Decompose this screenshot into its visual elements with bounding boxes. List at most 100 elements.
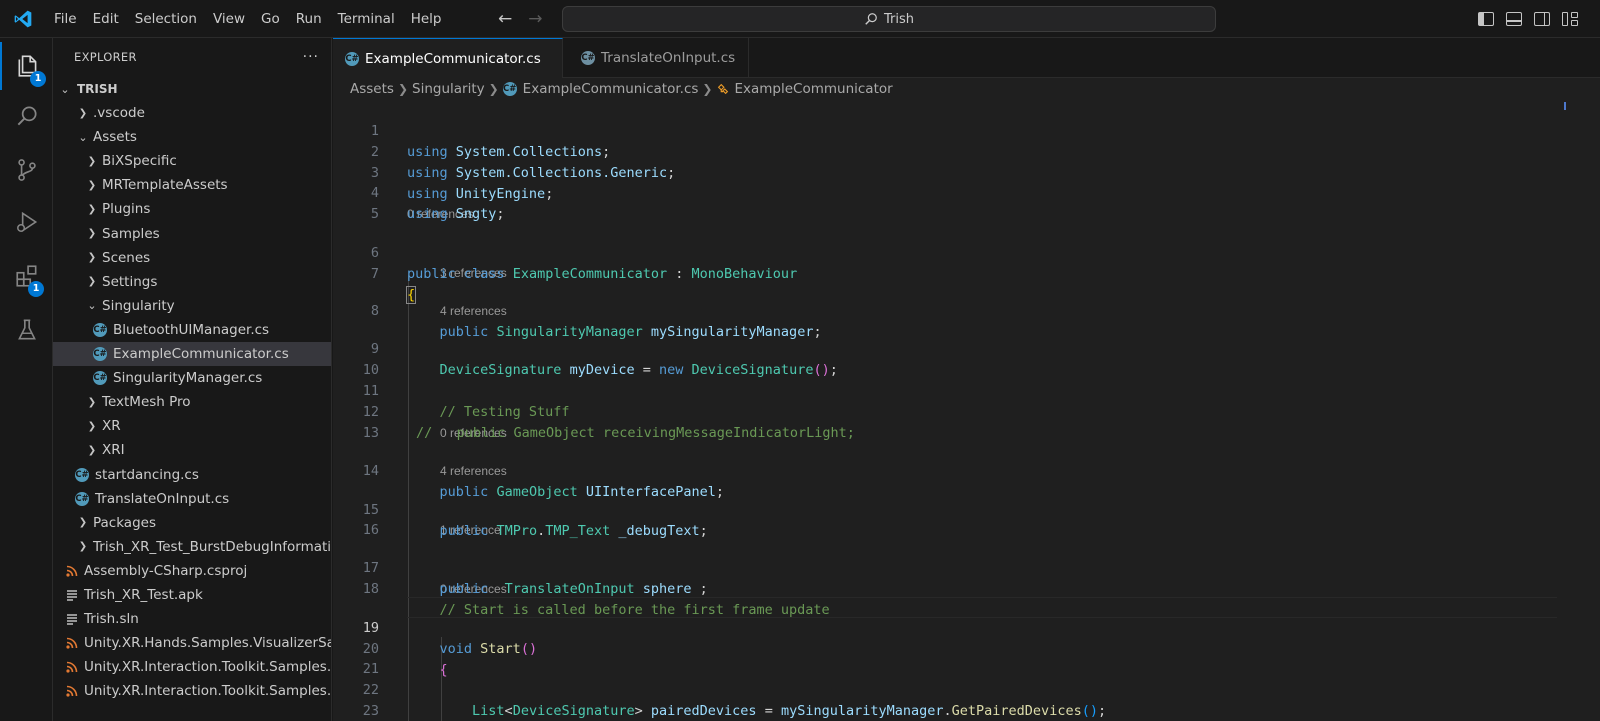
code-line-9: 9 DeviceSignature myDevice = new DeviceS…	[333, 318, 1600, 378]
source-control-activity[interactable]	[0, 146, 53, 194]
project-file-icon	[66, 686, 78, 697]
menu-selection[interactable]: Selection	[127, 0, 205, 38]
menu-go[interactable]: Go	[253, 0, 288, 38]
tree-item[interactable]: ❯ XR	[53, 414, 331, 438]
tree-item-label: TranslateOnInput.cs	[95, 490, 230, 507]
tree-item-label: XRI	[102, 442, 125, 459]
testing-activity[interactable]	[0, 306, 53, 354]
tree-item[interactable]: C# BluetoothUIManager.cs	[53, 318, 331, 342]
customize-layout-icon[interactable]	[1562, 12, 1578, 26]
toggle-panel-icon[interactable]	[1506, 12, 1522, 26]
tree-item[interactable]: Unity.XR.Interaction.Toolkit.Samples....	[53, 655, 331, 679]
flask-icon	[17, 319, 36, 340]
tree-item[interactable]: ❯ TextMesh Pro	[53, 390, 331, 414]
navigation-arrows: ← →	[498, 0, 543, 38]
chevron-right-icon: ❯	[87, 155, 97, 167]
tree-item-label: BluetoothUIManager.cs	[113, 321, 270, 338]
code-line-8: 8 public SingularityManager mySingularit…	[333, 280, 1600, 340]
breadcrumb-assets[interactable]: Assets	[350, 81, 394, 97]
tree-item[interactable]: C# startdancing.cs	[53, 463, 331, 487]
tree-item[interactable]: C# TranslateOnInput.cs	[53, 487, 331, 511]
toggle-secondary-sidebar-icon[interactable]	[1534, 12, 1550, 26]
tree-item[interactable]: ⌄ Singularity	[53, 294, 331, 318]
chevron-right-icon: ❯	[87, 420, 97, 432]
explorer-header: EXPLORER ···	[53, 38, 331, 76]
code-line-4: 4 using Sngty;	[333, 162, 1600, 222]
arrow-right-icon[interactable]: →	[528, 9, 542, 29]
code-line-20: 20 {	[333, 618, 1600, 678]
tree-item[interactable]: Trish_XR_Test.apk	[53, 583, 331, 607]
tree-item[interactable]: ⌄ Assets	[53, 125, 331, 149]
tree-item[interactable]: ❯ .vscode	[53, 101, 331, 125]
command-center-search[interactable]: Trish	[562, 6, 1216, 32]
menu-edit[interactable]: Edit	[85, 0, 127, 38]
toggle-primary-sidebar-icon[interactable]	[1478, 12, 1494, 26]
menu-file[interactable]: File	[46, 0, 85, 38]
tree-item[interactable]: ❯ XRI	[53, 438, 331, 462]
tree-item[interactable]: ❯ Settings	[53, 270, 331, 294]
title-bar: File Edit Selection View Go Run Terminal…	[0, 0, 1600, 38]
tree-item-label: Packages	[93, 514, 156, 531]
tree-item[interactable]: ❯ BiXSpecific	[53, 149, 331, 173]
menu-help[interactable]: Help	[403, 0, 450, 38]
tree-item[interactable]: Assembly-CSharp.csproj	[53, 559, 331, 583]
tree-item-label: startdancing.cs	[95, 466, 199, 483]
menu-run[interactable]: Run	[288, 0, 330, 38]
tree-item-label: .vscode	[93, 105, 145, 121]
explorer-badge: 1	[30, 71, 46, 87]
breadcrumb-singularity[interactable]: Singularity	[412, 81, 485, 97]
text-file-icon	[67, 614, 77, 625]
code-lens-references[interactable]: 4 references	[440, 463, 507, 479]
tree-item[interactable]: C# SingularityManager.cs	[53, 366, 331, 390]
tree-item[interactable]: ❯ Packages	[53, 511, 331, 535]
tree-item[interactable]: Trish.sln	[53, 607, 331, 631]
menu-view[interactable]: View	[205, 0, 253, 38]
arrow-left-icon[interactable]: ←	[498, 9, 512, 29]
explorer-title: EXPLORER	[74, 50, 137, 64]
tree-item-label: Scenes	[102, 249, 151, 266]
csharp-file-icon: C#	[581, 51, 595, 65]
breadcrumb-file[interactable]: ExampleCommunicator.cs	[523, 81, 699, 97]
code-line-5: 5	[333, 183, 1600, 222]
tab-example-communicator[interactable]: C# ExampleCommunicator.cs	[333, 38, 563, 78]
code-line-10: 10	[333, 339, 1600, 378]
code-line-3: 3 using UnityEngine;	[333, 142, 1600, 202]
tree-item[interactable]: ❯ Plugins	[53, 197, 331, 221]
chevron-right-icon: ❯	[87, 276, 97, 288]
tree-item-label: TextMesh Pro	[102, 394, 191, 411]
code-line-13: 13	[333, 402, 1600, 441]
line-number: 23	[362, 703, 379, 719]
chevron-right-icon: ❯	[87, 396, 97, 408]
extensions-activity[interactable]: 1	[0, 252, 53, 300]
tree-item[interactable]: ❯ Trish_XR_Test_BurstDebugInformatio...	[53, 535, 331, 559]
code-line-23: 23	[333, 680, 1600, 719]
tree-item[interactable]: Unity.XR.Hands.Samples.VisualizerSa...	[53, 631, 332, 655]
tab-translate-on-input[interactable]: C# TranslateOnInput.cs	[563, 38, 749, 78]
search-activity[interactable]	[0, 92, 53, 140]
csharp-file-icon: C#	[75, 491, 89, 506]
text-file-icon	[67, 590, 77, 601]
code-editor[interactable]: 0 references 3 references 4 references 0…	[333, 100, 1600, 721]
explorer-activity[interactable]: 1	[0, 42, 53, 90]
tree-item[interactable]: C# ExampleCommunicator.cs	[53, 342, 331, 366]
code-line-18: 18 // Start is called before the first f…	[333, 558, 1600, 618]
tree-item[interactable]: ❯ Samples	[53, 222, 331, 246]
tree-item-label: Unity.XR.Hands.Samples.VisualizerSa...	[84, 635, 332, 652]
tree-item-label: Samples	[102, 225, 160, 242]
activity-bar: 1 1	[0, 38, 53, 721]
tree-item-label: Singularity	[102, 297, 175, 314]
tree-item[interactable]: ❯ MRTemplateAssets	[53, 173, 331, 197]
tree-item-label: Unity.XR.Interaction.Toolkit.Samples....	[84, 683, 332, 700]
code-line-2: 2 using System.Collections.Generic;	[333, 121, 1600, 181]
code-lens-references[interactable]: 4 references	[440, 303, 507, 319]
menu-terminal[interactable]: Terminal	[330, 0, 403, 38]
more-actions-icon[interactable]: ···	[303, 49, 319, 65]
tree-item[interactable]: Unity.XR.Interaction.Toolkit.Samples....	[53, 679, 332, 703]
chevron-right-icon: ❯	[87, 179, 97, 191]
root-folder-trish[interactable]: ⌄ TRISH	[53, 77, 331, 101]
project-file-icon	[66, 565, 78, 577]
run-debug-activity[interactable]	[0, 198, 53, 246]
vscode-logo-icon	[0, 0, 46, 38]
tree-item[interactable]: ❯ Scenes	[53, 246, 331, 270]
breadcrumb-class[interactable]: ExampleCommunicator	[734, 81, 892, 97]
